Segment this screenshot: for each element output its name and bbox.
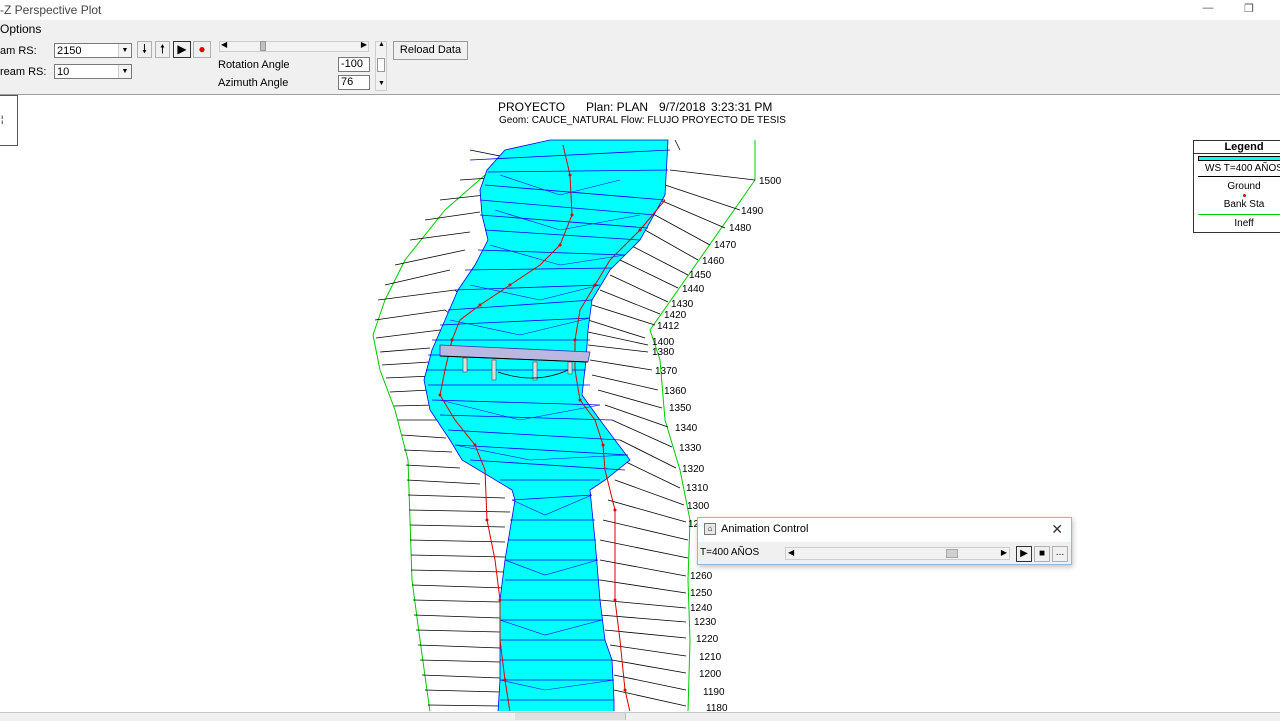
slider-thumb[interactable]	[946, 549, 958, 558]
station-label: 1460	[702, 256, 725, 267]
station-label: 1330	[679, 443, 702, 454]
animation-control-window: ⌂ Animation Control ✕ T=400 AÑOS ◀ ▶ ▶ ■…	[697, 517, 1072, 565]
chevron-left-icon[interactable]: ◀	[788, 548, 794, 557]
anim-play-button[interactable]: ▶	[1016, 546, 1032, 562]
legend-bank-swatch	[1243, 194, 1246, 197]
perspective-plot-canvas	[372, 139, 756, 711]
station-label: 1210	[699, 652, 722, 663]
station-label: 1240	[690, 603, 713, 614]
station-label: 1360	[664, 386, 687, 397]
station-label: 1230	[694, 617, 717, 628]
legend-item-ineff: Ineff	[1234, 218, 1254, 229]
chevron-right-icon[interactable]: ▶	[1001, 548, 1007, 557]
anim-stop-button[interactable]: ■	[1034, 546, 1050, 562]
legend-item-ground: Ground	[1227, 181, 1261, 192]
station-label: 1310	[686, 483, 709, 494]
station-label: 1450	[689, 270, 712, 281]
station-label: 1320	[682, 464, 705, 475]
stop-icon: ■	[1038, 548, 1046, 559]
station-label: 1490	[741, 206, 764, 217]
legend-item-ws: WS T=400 AÑOS	[1205, 163, 1280, 174]
station-label: 1440	[682, 284, 705, 295]
station-label: 1340	[675, 423, 698, 434]
legend-ws-swatch	[1198, 156, 1280, 161]
legend-title: Legend	[1194, 141, 1280, 154]
more-icon: ...	[1055, 547, 1065, 558]
station-label: 1470	[714, 240, 737, 251]
horizontal-scroll-thumb[interactable]	[515, 713, 626, 720]
station-label: 1380	[652, 347, 675, 358]
play-icon: ▶	[1020, 548, 1028, 559]
legend-item-bank: Bank Sta	[1223, 199, 1265, 210]
station-label: 1250	[690, 588, 713, 599]
station-label: 1260	[690, 571, 713, 582]
station-label: 1480	[729, 223, 752, 234]
legend: Legend WS T=400 AÑOS Ground Bank Sta Ine…	[1193, 140, 1280, 233]
anim-options-button[interactable]: ...	[1052, 546, 1068, 562]
station-label: 1420	[664, 310, 687, 321]
station-label: 1350	[669, 403, 692, 414]
station-label: 1300	[687, 501, 710, 512]
profile-label: T=400 AÑOS	[700, 547, 760, 558]
app-icon: ⌂	[704, 523, 716, 535]
station-label: 1190	[703, 687, 725, 698]
station-label: 1220	[696, 634, 719, 645]
profile-slider[interactable]: ◀ ▶	[785, 547, 1010, 560]
legend-ineff-swatch	[1198, 214, 1280, 215]
station-label: 1412	[657, 321, 680, 332]
animation-control-titlebar[interactable]: ⌂ Animation Control ✕	[698, 518, 1071, 542]
station-label: 1430	[671, 299, 694, 310]
animation-control-title: Animation Control	[721, 523, 809, 535]
station-label: 1200	[699, 669, 722, 680]
station-label: 1370	[655, 366, 678, 377]
station-label: 1500	[759, 176, 782, 187]
legend-ground-swatch	[1198, 176, 1280, 177]
close-icon[interactable]: ✕	[1051, 521, 1063, 538]
